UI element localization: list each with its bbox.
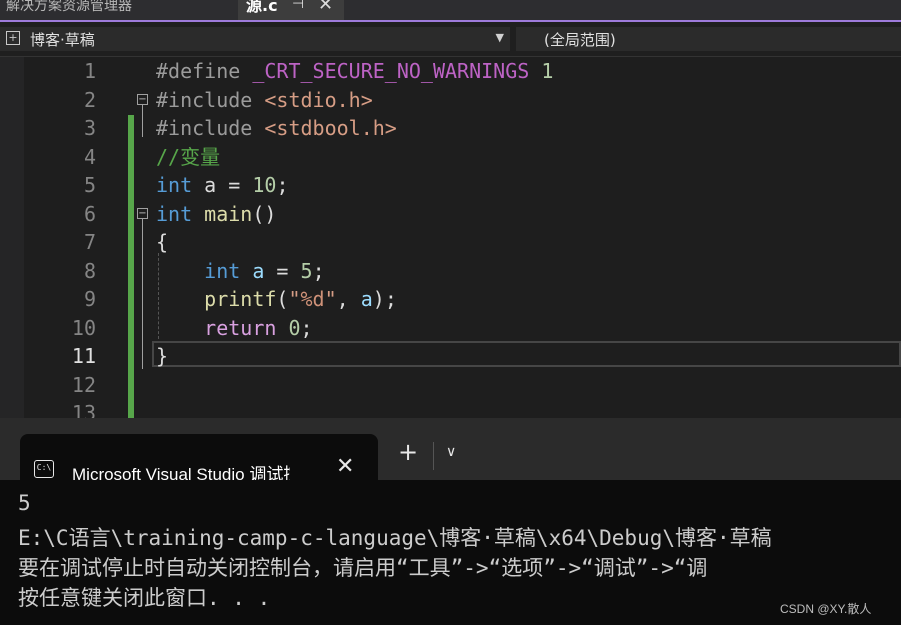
line-number: 9 (83, 287, 96, 311)
code-token: ; (276, 173, 289, 197)
watermark: CSDN @XY.散人 (780, 602, 872, 616)
tab-source-file-label: 源.c (246, 0, 278, 15)
code-line[interactable]: int a = 10; (156, 171, 288, 199)
terminal-icon: C:\ (34, 460, 54, 478)
console-line: 要在调试停止时自动关闭控制台，请启用“工具”->“选项”->“调试”->“调 (18, 556, 708, 580)
line-number: 5 (83, 173, 96, 197)
document-tab-strip: 解决方案资源管理器 源.c ⊣ ✕ (0, 0, 901, 22)
chevron-down-icon[interactable]: ∨ (446, 444, 456, 460)
code-line[interactable]: #include <stdio.h> (156, 86, 373, 114)
close-console-icon[interactable]: ✕ (336, 454, 354, 479)
code-token: ; (312, 258, 325, 283)
code-token: 1 (529, 59, 554, 83)
line-number: 11 (71, 344, 96, 368)
code-token: main (192, 201, 253, 226)
code-token: { (156, 230, 169, 254)
code-token: %d (300, 287, 325, 311)
tab-source-file[interactable]: 源.c ⊣ ✕ (238, 0, 344, 20)
code-editor[interactable]: 1 2 3 4 5 6 7 8 9 10 11 12 13 − − #define _CRT_SECUR… (0, 57, 901, 437)
code-token: <stdbool.h> (264, 116, 397, 140)
code-token: #include (156, 116, 265, 140)
console-line: E:\C语言\training-camp-c-language\博客·草稿\x6… (18, 526, 772, 550)
chevron-down-icon[interactable]: ▼ (496, 31, 504, 44)
code-line[interactable]: printf("%d", a); (156, 285, 397, 313)
scope-label: (全局范围) (544, 31, 616, 49)
editor-margin (0, 57, 24, 437)
code-token: #include (156, 87, 265, 112)
change-tracking-bar (128, 115, 134, 437)
code-token: int (156, 173, 193, 197)
fold-toggle-icon[interactable]: − (137, 94, 148, 105)
code-line[interactable]: #include <stdbool.h> (156, 114, 397, 142)
line-number: 10 (71, 315, 96, 340)
tab-solution-explorer[interactable]: 解决方案资源管理器 (0, 0, 231, 18)
code-line[interactable]: } (156, 342, 168, 370)
line-number: 12 (71, 372, 96, 397)
code-token: ; (300, 315, 313, 340)
line-number: 8 (83, 258, 96, 283)
code-token: _CRT_SECURE_NO_WARNINGS (252, 59, 530, 83)
debug-console-window: C:\ Microsoft Visual Studio 调试控制台 ✕ + ∨ … (0, 418, 901, 625)
code-token: 0 (288, 315, 301, 340)
tab-separator (433, 442, 434, 470)
current-line-highlight (152, 341, 901, 367)
project-dropdown[interactable]: + 博客·草稿 ▼ (0, 27, 510, 51)
line-number: 2 (83, 87, 96, 112)
code-token: () (252, 201, 277, 226)
code-line[interactable]: //变量 (156, 143, 220, 171)
code-line[interactable]: { (156, 228, 168, 256)
project-name: 博客·草稿 (30, 31, 95, 49)
code-token: ( (276, 287, 289, 311)
console-line: 5 (18, 491, 31, 515)
code-token: int (156, 201, 193, 226)
code-token: " (288, 287, 301, 311)
fold-range-line (142, 105, 143, 137)
code-token: printf (204, 287, 277, 311)
code-token: a = (192, 173, 253, 197)
code-token: } (156, 344, 169, 368)
code-token: , (336, 287, 361, 311)
code-token: <stdio.h> (264, 87, 373, 112)
code-token: int (204, 258, 241, 283)
code-token: a (360, 287, 373, 311)
close-tab-icon[interactable]: ✕ (318, 0, 333, 15)
line-number: 3 (83, 116, 96, 140)
code-token: = (264, 258, 301, 283)
code-line[interactable]: #define _CRT_SECURE_NO_WARNINGS 1 (156, 57, 553, 85)
line-number: 4 (83, 144, 96, 169)
code-line[interactable]: return 0; (156, 314, 313, 342)
fold-range-line (142, 219, 143, 369)
line-number: 6 (83, 201, 96, 226)
console-output[interactable]: 5 E:\C语言\training-camp-c-language\博客·草稿\… (0, 480, 901, 625)
fold-toggle-icon[interactable]: − (137, 208, 148, 219)
line-number: 1 (83, 59, 96, 83)
new-tab-button[interactable]: + (398, 438, 418, 466)
code-token: return (204, 315, 277, 340)
scope-dropdown[interactable]: (全局范围) (516, 27, 901, 51)
code-token: 10 (252, 173, 277, 197)
pin-icon[interactable]: ⊣ (292, 0, 304, 12)
navigation-bar: + 博客·草稿 ▼ (全局范围) (0, 22, 901, 57)
code-token: //变量 (156, 144, 221, 169)
code-line[interactable]: int a = 5; (156, 257, 325, 285)
code-token: " (324, 287, 337, 311)
console-line: 按任意键关闭此窗口. . . (18, 586, 271, 610)
line-number: 7 (83, 230, 96, 254)
code-token: ); (372, 287, 397, 311)
code-token: 5 (300, 258, 313, 283)
code-token: a (240, 258, 265, 283)
code-token: #define (156, 59, 253, 83)
project-icon: + (6, 31, 20, 45)
code-line[interactable]: int main() (156, 200, 276, 228)
